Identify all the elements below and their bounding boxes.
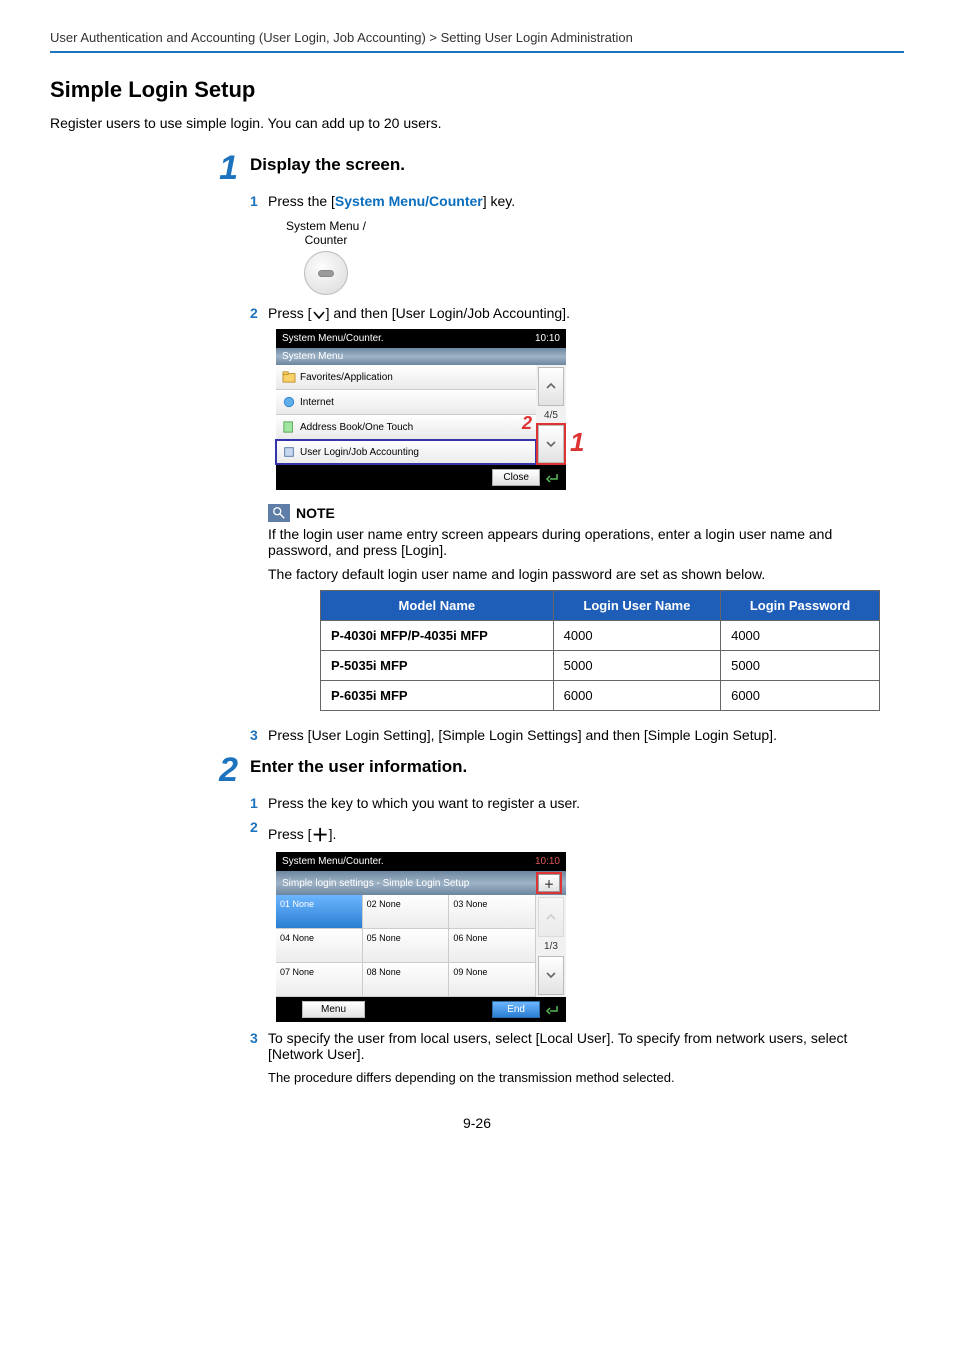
step1-title: Display the screen. (250, 155, 405, 175)
callout-1: 1 (570, 427, 584, 458)
slot-01[interactable]: 01 None (276, 895, 362, 929)
table-row: P-6035i MFP60006000 (321, 681, 880, 711)
breadcrumb: User Authentication and Accounting (User… (50, 30, 904, 53)
end-button[interactable]: End (492, 1001, 540, 1018)
step1-2-num: 2 (250, 305, 268, 321)
menu-item-favorites[interactable]: Favorites/Application (276, 365, 536, 389)
credentials-table: Model Name Login User Name Login Passwor… (320, 590, 880, 711)
step2-3-text: To specify the user from local users, se… (268, 1030, 904, 1062)
scroll-up-button[interactable] (538, 897, 564, 937)
page-indicator: 1/3 (536, 939, 566, 954)
step1-3-text: Press [User Login Setting], [Simple Logi… (268, 727, 904, 743)
system-menu-counter-link: System Menu/Counter (335, 193, 483, 209)
callout-2: 2 (522, 413, 532, 434)
note-label: NOTE (296, 505, 335, 521)
scroll-down-button[interactable] (538, 956, 564, 996)
menu-item-address-book[interactable]: Address Book/One Touch2 (276, 415, 536, 439)
page-indicator: 4/5 (536, 408, 566, 423)
slot-04[interactable]: 04 None (276, 929, 362, 963)
slot-09[interactable]: 09 None (449, 963, 535, 997)
step2-3-num: 3 (250, 1030, 268, 1046)
slot-05[interactable]: 05 None (363, 929, 449, 963)
enter-icon (544, 471, 560, 485)
page-title: Simple Login Setup (50, 77, 904, 103)
table-row: P-4030i MFP/P-4035i MFP40004000 (321, 621, 880, 651)
system-menu-counter-button (304, 251, 348, 295)
menu-button[interactable]: Menu (302, 1001, 365, 1018)
step2-2-text: Press [＋]. (268, 819, 904, 844)
scroll-down-button[interactable] (538, 425, 564, 464)
step1-1-text: Press the [System Menu/Counter] key. (268, 193, 904, 209)
note-text-1: If the login user name entry screen appe… (268, 526, 854, 558)
step1-3-num: 3 (250, 727, 268, 743)
slot-07[interactable]: 07 None (276, 963, 362, 997)
menu-item-user-login-job-accounting[interactable]: User Login/Job Accounting (276, 440, 536, 464)
step2-number: 2 (198, 753, 238, 787)
step1-number: 1 (198, 151, 238, 185)
close-button[interactable]: Close (492, 469, 540, 486)
enter-icon (544, 1003, 560, 1017)
chevron-down-icon (312, 309, 326, 321)
slot-08[interactable]: 08 None (363, 963, 449, 997)
step2-3-tail: The procedure differs depending on the t… (268, 1070, 854, 1085)
step2-1-num: 1 (250, 795, 268, 811)
table-row: P-5035i MFP50005000 (321, 651, 880, 681)
step2-2-num: 2 (250, 819, 268, 835)
note-text-2: The factory default login user name and … (268, 566, 854, 582)
slot-02[interactable]: 02 None (363, 895, 449, 929)
panel-system-menu: System Menu/Counter.10:10 System Menu Fa… (276, 329, 566, 490)
step1-2-text: Press [] and then [User Login/Job Accoun… (268, 305, 904, 321)
step2-1-text: Press the key to which you want to regis… (268, 795, 904, 811)
panel-simple-login-setup: System Menu/Counter.10:10 Simple login s… (276, 852, 566, 1022)
scroll-up-button[interactable] (538, 367, 564, 406)
menu-item-internet[interactable]: Internet (276, 390, 536, 414)
slot-03[interactable]: 03 None (449, 895, 535, 929)
intro-text: Register users to use simple login. You … (50, 115, 904, 131)
step1-1-num: 1 (250, 193, 268, 209)
plus-icon: ＋ (312, 826, 329, 845)
hardware-key-illustration: System Menu / Counter (276, 219, 376, 295)
note-icon (268, 504, 290, 522)
page-number: 9-26 (50, 1115, 904, 1131)
slot-06[interactable]: 06 None (449, 929, 535, 963)
add-user-button[interactable]: ＋ (538, 874, 560, 892)
step2-title: Enter the user information. (250, 757, 467, 777)
